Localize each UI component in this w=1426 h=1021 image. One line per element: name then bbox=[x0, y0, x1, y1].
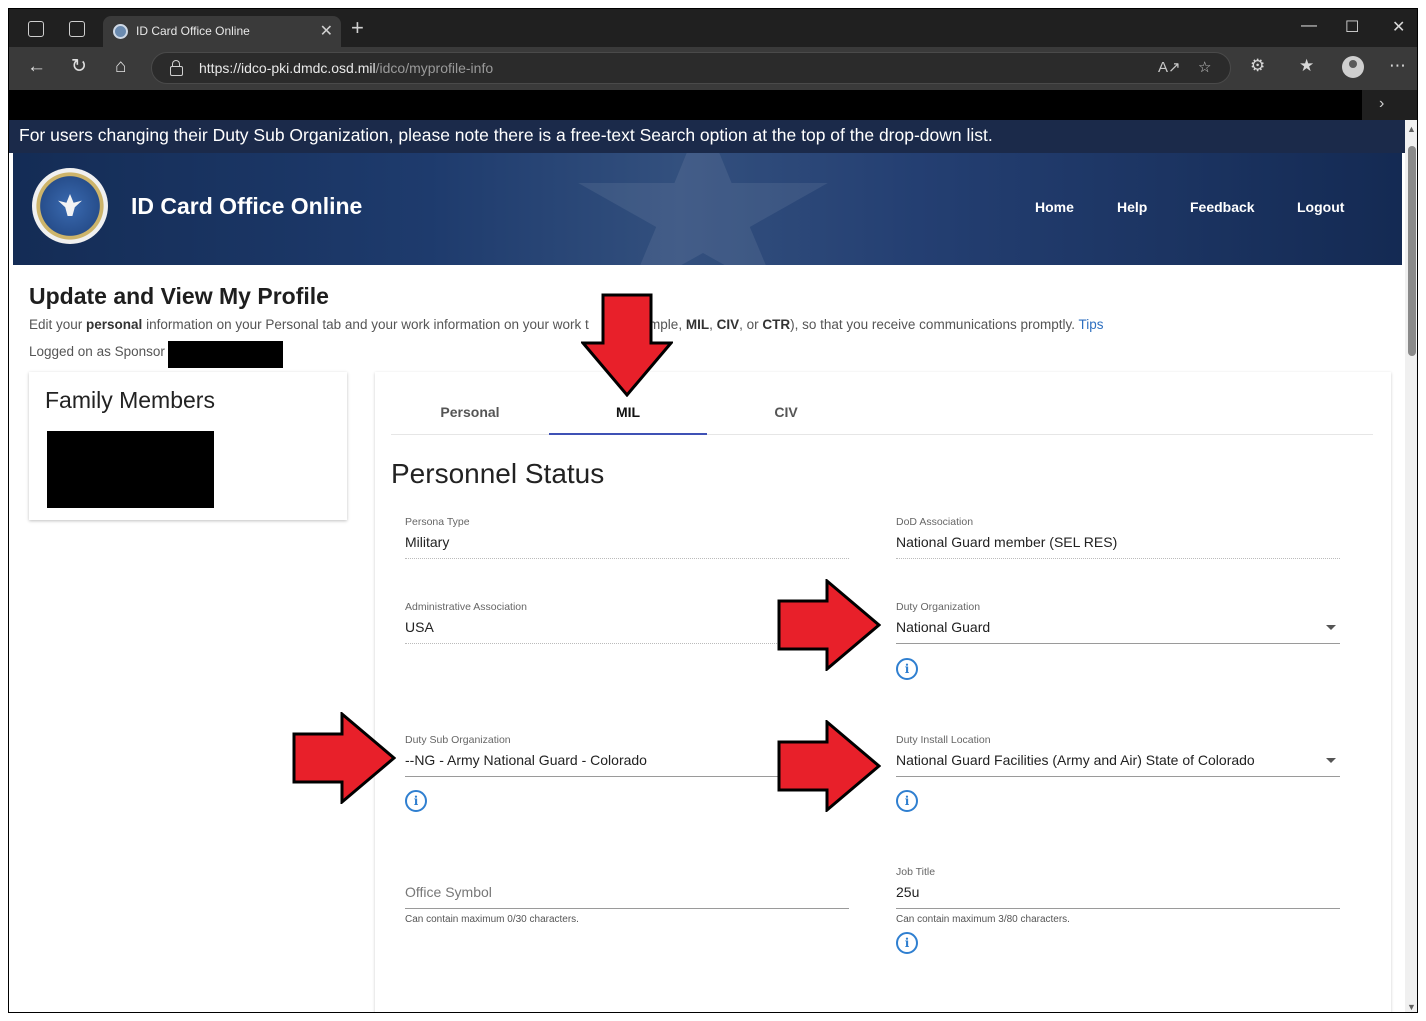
info-icon[interactable]: i bbox=[896, 658, 918, 680]
family-members-title: Family Members bbox=[45, 387, 215, 413]
profile-tab-bar: Personal MIL CIV bbox=[391, 372, 1373, 435]
favorites-icon[interactable]: ★ bbox=[1299, 56, 1314, 76]
field-underline bbox=[405, 558, 849, 559]
nav-feedback-link[interactable]: Feedback bbox=[1190, 199, 1255, 215]
section-title: Personnel Status bbox=[391, 458, 605, 489]
field-value: National Guard member (SEL RES) bbox=[896, 534, 1118, 550]
field-label: Persona Type bbox=[405, 516, 470, 528]
navigation-bar: ← ↻ ⌂ https://idco-pki.dmdc.osd.mil/idco… bbox=[9, 47, 1417, 90]
minimize-button[interactable]: — bbox=[1301, 17, 1317, 35]
favorite-star-icon[interactable]: ☆ bbox=[1198, 58, 1211, 76]
field-underline bbox=[896, 776, 1340, 777]
info-icon[interactable]: i bbox=[405, 790, 427, 812]
logged-on-text: Logged on as Sponsor bbox=[29, 344, 165, 359]
eagle-icon bbox=[58, 194, 82, 216]
field-value: Military bbox=[405, 534, 450, 550]
favorites-chevron-icon[interactable]: › bbox=[1379, 95, 1384, 113]
field-hint: Can contain maximum 3/80 characters. bbox=[896, 914, 1070, 925]
family-members-card: Family Members bbox=[29, 372, 347, 520]
sponsor-name-redacted bbox=[168, 341, 283, 368]
address-bar[interactable]: https://idco-pki.dmdc.osd.mil/idco/mypro… bbox=[151, 52, 1231, 84]
field-label: Job Title bbox=[896, 866, 936, 878]
scroll-thumb[interactable] bbox=[1408, 146, 1416, 356]
family-member-redacted[interactable] bbox=[47, 431, 214, 508]
field-value[interactable]: --NG - Army National Guard - Colorado bbox=[405, 752, 647, 768]
field-underline bbox=[405, 643, 805, 644]
field-underline bbox=[896, 908, 1340, 909]
field-underline bbox=[896, 558, 1340, 559]
field-underline bbox=[405, 908, 849, 909]
site-header: ID Card Office Online Home Help Feedback… bbox=[13, 153, 1402, 265]
tab-strip: ID Card Office Online ✕ + — ☐ ✕ bbox=[9, 9, 1417, 47]
down-arrow-annotation bbox=[581, 293, 673, 397]
field-value[interactable]: 25u bbox=[896, 884, 919, 900]
field-label: Administrative Association bbox=[405, 601, 527, 613]
scroll-up-icon[interactable]: ▲ bbox=[1407, 124, 1416, 134]
field-placeholder[interactable]: Office Symbol bbox=[405, 884, 492, 900]
lock-icon[interactable] bbox=[170, 60, 183, 76]
dropdown-caret-icon[interactable] bbox=[1326, 625, 1336, 630]
field-underline bbox=[896, 643, 1340, 644]
favorites-bar-redacted bbox=[9, 90, 1362, 120]
url-text[interactable]: https://idco-pki.dmdc.osd.mil/idco/mypro… bbox=[199, 60, 493, 76]
nav-help-link[interactable]: Help bbox=[1117, 199, 1147, 215]
right-arrow-annotation bbox=[292, 712, 396, 804]
tab-title: ID Card Office Online bbox=[136, 24, 250, 38]
profile-tabs-card: Personal MIL CIV Personnel Status Person… bbox=[375, 372, 1391, 1012]
right-arrow-annotation bbox=[777, 720, 881, 812]
page-title: Update and View My Profile bbox=[29, 283, 329, 309]
nav-home-link[interactable]: Home bbox=[1035, 199, 1074, 215]
nav-logout-link[interactable]: Logout bbox=[1297, 199, 1344, 215]
right-arrow-annotation bbox=[777, 579, 881, 671]
field-underline bbox=[405, 776, 805, 777]
browser-window: ID Card Office Online ✕ + — ☐ ✕ ← ↻ ⌂ ht… bbox=[8, 8, 1418, 1013]
close-window-button[interactable]: ✕ bbox=[1392, 17, 1405, 37]
maximize-button[interactable]: ☐ bbox=[1345, 17, 1359, 37]
more-menu-icon[interactable]: ⋯ bbox=[1389, 56, 1406, 76]
workspaces-icon[interactable] bbox=[28, 21, 44, 37]
info-icon[interactable]: i bbox=[896, 790, 918, 812]
back-button[interactable]: ← bbox=[27, 56, 46, 78]
field-label: DoD Association bbox=[896, 516, 974, 528]
tab-close-icon[interactable]: ✕ bbox=[320, 21, 333, 41]
notice-banner: For users changing their Duty Sub Organi… bbox=[9, 120, 1405, 153]
site-title[interactable]: ID Card Office Online bbox=[131, 193, 362, 220]
vertical-scrollbar[interactable]: ▲ ▼ bbox=[1405, 120, 1417, 1012]
extensions-icon[interactable]: ⚙ bbox=[1250, 56, 1265, 76]
dod-seal-logo[interactable] bbox=[32, 168, 108, 244]
profile-page: Update and View My Profile Edit your per… bbox=[13, 265, 1402, 1012]
dod-favicon-icon bbox=[113, 24, 128, 39]
field-value: USA bbox=[405, 619, 434, 635]
field-label: Duty Organization bbox=[896, 601, 981, 613]
scroll-down-icon[interactable]: ▼ bbox=[1407, 1002, 1416, 1012]
profile-avatar-icon[interactable] bbox=[1342, 56, 1364, 78]
dropdown-caret-icon[interactable] bbox=[1326, 758, 1336, 763]
page-description: Edit your personal information on your P… bbox=[29, 317, 1104, 332]
new-tab-button[interactable]: + bbox=[351, 17, 364, 39]
tab-civ[interactable]: CIV bbox=[707, 372, 865, 435]
browser-tab[interactable]: ID Card Office Online ✕ bbox=[103, 16, 341, 47]
field-value[interactable]: National Guard Facilities (Army and Air)… bbox=[896, 752, 1255, 768]
field-label: Duty Install Location bbox=[896, 734, 991, 746]
read-aloud-icon[interactable]: A↗ bbox=[1158, 58, 1181, 76]
info-icon[interactable]: i bbox=[896, 932, 918, 954]
field-label: Duty Sub Organization bbox=[405, 734, 511, 746]
reload-button[interactable]: ↻ bbox=[71, 56, 87, 78]
field-hint: Can contain maximum 0/30 characters. bbox=[405, 914, 579, 925]
star-decoration bbox=[578, 153, 828, 265]
tips-link[interactable]: Tips bbox=[1079, 317, 1104, 332]
home-button[interactable]: ⌂ bbox=[115, 56, 126, 78]
tab-actions-icon[interactable] bbox=[69, 21, 85, 37]
tab-personal[interactable]: Personal bbox=[391, 372, 549, 435]
page-viewport: For users changing their Duty Sub Organi… bbox=[9, 120, 1405, 1012]
field-value[interactable]: National Guard bbox=[896, 619, 990, 635]
